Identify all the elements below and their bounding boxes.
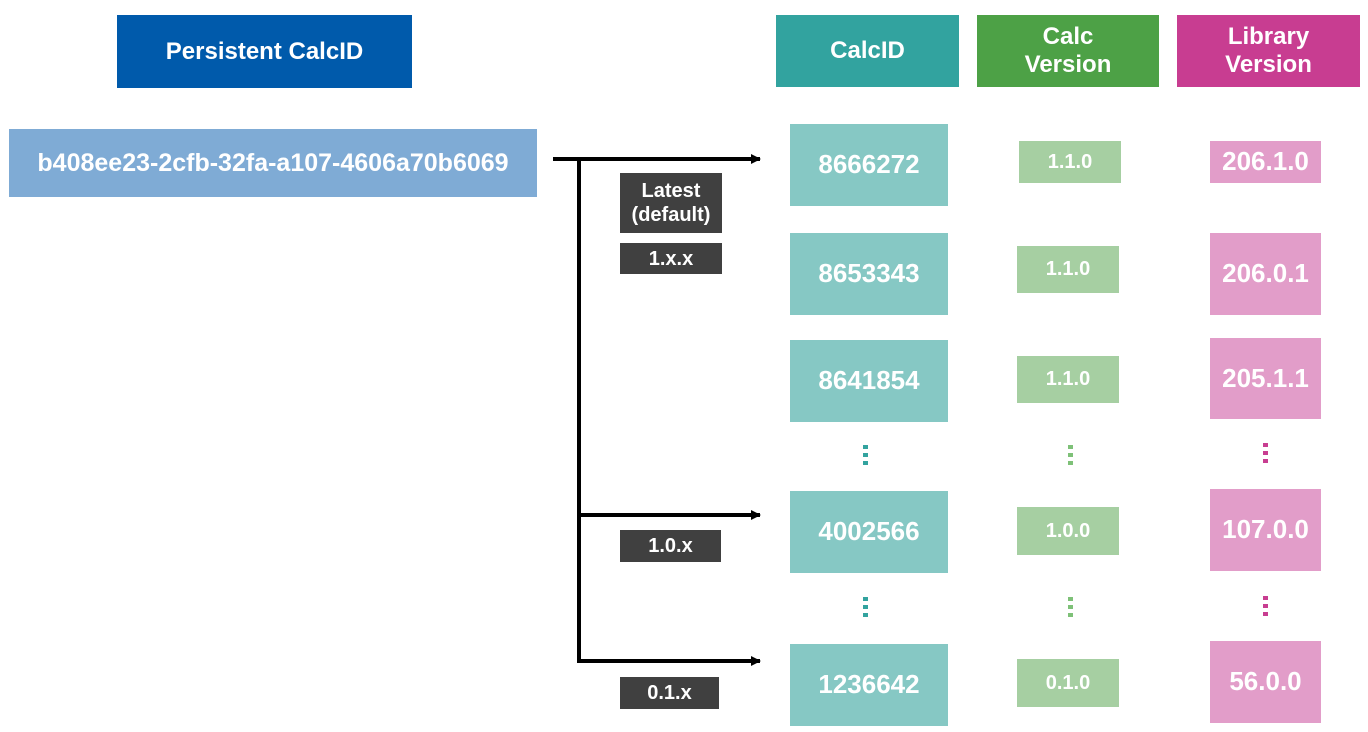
connector-lines: [553, 154, 761, 666]
ellipsis-vertical-icon: [863, 445, 868, 469]
calcid-header: CalcID: [776, 15, 959, 87]
ellipsis-vertical-icon: [1068, 597, 1073, 621]
calcid-cell: 8666272: [790, 124, 948, 206]
ellipsis-vertical-icon: [1263, 443, 1268, 467]
calcid-cell: 8653343: [790, 233, 948, 315]
calc-version-cell: 1.0.0: [1017, 507, 1119, 555]
tag-latest-default: Latest (default): [620, 173, 722, 233]
calc-version-cell: 1.1.0: [1019, 141, 1121, 183]
tag-1-x-x: 1.x.x: [620, 243, 722, 274]
tag-0-1-x: 0.1.x: [620, 677, 719, 709]
calcid-cell: 1236642: [790, 644, 948, 726]
persistent-calcid-header: Persistent CalcID: [117, 15, 412, 88]
library-version-cell: 205.1.1: [1210, 338, 1321, 419]
calcid-cell: 8641854: [790, 340, 948, 422]
persistent-calcid-value: b408ee23-2cfb-32fa-a107-4606a70b6069: [9, 129, 537, 197]
ellipsis-vertical-icon: [863, 597, 868, 621]
library-version-header: Library Version: [1177, 15, 1360, 87]
ellipsis-vertical-icon: [1263, 596, 1268, 620]
calc-version-cell: 0.1.0: [1017, 659, 1119, 707]
calcid-cell: 4002566: [790, 491, 948, 573]
library-version-cell: 107.0.0: [1210, 489, 1321, 571]
library-version-cell: 206.1.0: [1210, 141, 1321, 183]
calc-version-cell: 1.1.0: [1017, 246, 1119, 293]
tag-1-0-x: 1.0.x: [620, 530, 721, 562]
calc-version-cell: 1.1.0: [1017, 356, 1119, 403]
library-version-cell: 56.0.0: [1210, 641, 1321, 723]
library-version-cell: 206.0.1: [1210, 233, 1321, 315]
calc-version-header: Calc Version: [977, 15, 1159, 87]
ellipsis-vertical-icon: [1068, 445, 1073, 469]
